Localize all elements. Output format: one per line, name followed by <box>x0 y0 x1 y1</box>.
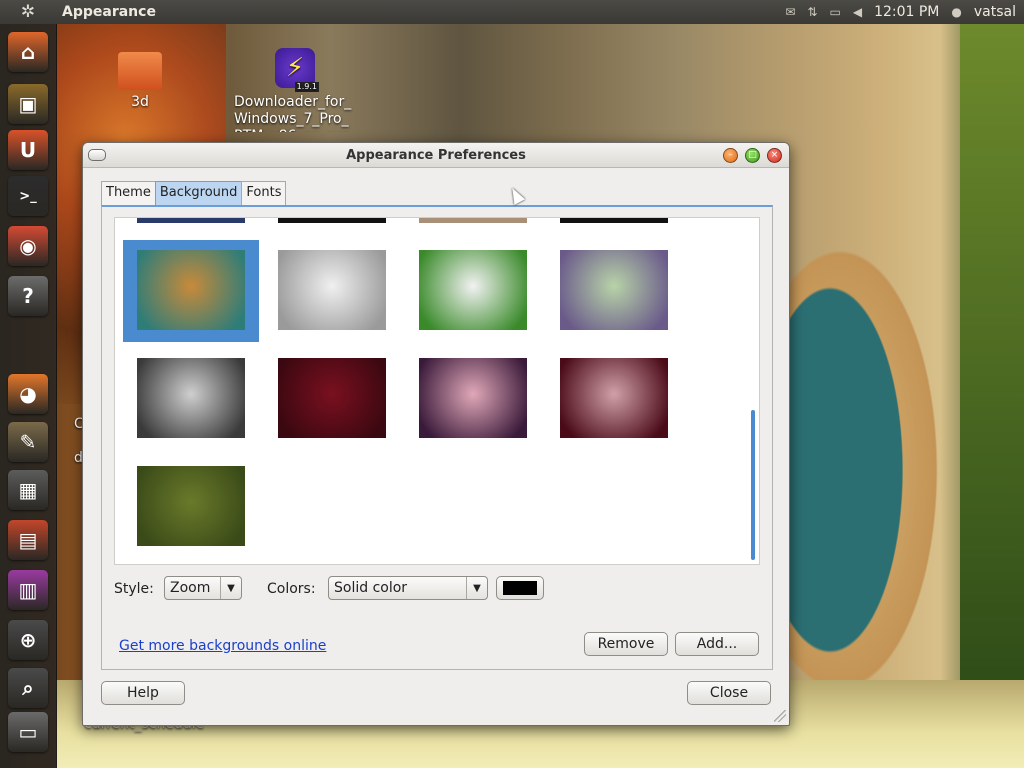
help-icon[interactable]: ? <box>8 276 48 316</box>
close-icon[interactable]: × <box>767 148 782 163</box>
window-menu-button[interactable] <box>88 149 106 161</box>
folder-icon <box>118 52 162 90</box>
colors-dropdown-value: Solid color <box>334 580 408 596</box>
tab-background[interactable]: Background <box>154 181 243 205</box>
ubuntu-one-icon[interactable]: U <box>8 130 48 170</box>
tab-fonts[interactable]: Fonts <box>241 181 287 205</box>
workspace-switcher-icon[interactable]: ▥ <box>8 570 48 610</box>
wallpaper-thumbnail-warm-bokeh[interactable] <box>278 358 386 438</box>
network-icon[interactable]: ⇅ <box>807 5 817 19</box>
user-icon[interactable]: ● <box>951 5 961 19</box>
indicator-area: ✉ ⇅ ▭ ◀ 12:01 PM ● vatsal <box>785 4 1024 20</box>
desktop-icon-3d[interactable]: 3d <box>108 52 172 110</box>
desktop-icon-label: 3d <box>131 94 149 110</box>
chrome-icon[interactable]: ◉ <box>8 226 48 266</box>
thumbnail-partial[interactable] <box>560 218 668 223</box>
gallery-scrollbar[interactable] <box>751 410 755 560</box>
software-center-icon[interactable]: ▣ <box>8 84 48 124</box>
color-swatch-button[interactable] <box>496 576 544 600</box>
wallpaper-grass <box>960 24 1024 684</box>
trash-icon[interactable]: ▭ <box>8 712 48 752</box>
color-swatch <box>503 581 537 595</box>
style-label: Style: <box>114 581 154 597</box>
get-more-backgrounds-link[interactable]: Get more backgrounds online <box>119 638 326 654</box>
desktop-icon-downloader[interactable]: ⚡ 1.9.1 Downloader_for_ Windows_7_Pro_ R… <box>234 48 356 132</box>
launcher: ⌂ ▣ U >_ ◉? ◕ ✎ ▦ ▤ ▥ ⊕ ⌕ ▭ <box>0 24 57 768</box>
downloader-icon: ⚡ 1.9.1 <box>275 48 319 92</box>
help-button[interactable]: Help <box>101 681 185 705</box>
thumbnail-partial[interactable] <box>419 218 527 223</box>
style-dropdown-value: Zoom <box>170 580 211 596</box>
volume-icon[interactable]: ◀ <box>853 5 862 19</box>
window-title: Appearance Preferences <box>346 147 526 163</box>
colors-dropdown[interactable]: Solid color ▼ <box>328 576 488 600</box>
chevron-down-icon: ▼ <box>466 577 487 599</box>
shopping-bag-icon[interactable]: ▤ <box>8 520 48 560</box>
close-button[interactable]: Close <box>687 681 771 705</box>
version-badge: 1.9.1 <box>294 82 319 92</box>
window-titlebar[interactable]: Appearance Preferences – □ × <box>83 143 789 168</box>
zoom-in-icon[interactable]: ⊕ <box>8 620 48 660</box>
wallpaper-thumbnail-foggy-posts[interactable] <box>278 250 386 330</box>
battery-icon[interactable]: ▭ <box>829 5 840 19</box>
appearance-preferences-window: Appearance Preferences – □ × Theme Backgr… <box>82 142 790 726</box>
gimp-icon[interactable]: ✎ <box>8 422 48 462</box>
wallpaper-thumbnail-white-blossom[interactable] <box>137 466 245 546</box>
wallpaper-thumbnail-purple-light[interactable] <box>419 358 527 438</box>
remove-button[interactable]: Remove <box>584 632 668 656</box>
thumbnail-partial[interactable] <box>137 218 245 223</box>
wallpaper-thumbnail-bokeh-branch[interactable] <box>137 358 245 438</box>
tab-theme[interactable]: Theme <box>101 181 156 205</box>
wallpaper-thumbnail-wooden-arrow-sign[interactable] <box>137 250 245 330</box>
wallpaper-gallery[interactable] <box>114 217 760 565</box>
ubuntu-logo-icon[interactable]: ✲ <box>0 0 56 24</box>
maximize-icon[interactable]: □ <box>745 148 760 163</box>
minimize-icon[interactable]: – <box>723 148 738 163</box>
add-button[interactable]: Add... <box>675 632 759 656</box>
wallpaper-thumbnail-dark-red-glow[interactable] <box>560 358 668 438</box>
wallpaper-thumbnail-water-drop-petal[interactable] <box>560 250 668 330</box>
resize-grip[interactable] <box>774 710 786 722</box>
clock[interactable]: 12:01 PM <box>874 4 939 20</box>
desktop-icon-label: Downloader_for_ Windows_7_Pro_ RTM_x86_e… <box>234 94 352 132</box>
terminal-icon[interactable]: >_ <box>8 176 48 216</box>
top-panel: ✲ Appearance ✉ ⇅ ▭ ◀ 12:01 PM ● vatsal <box>0 0 1024 24</box>
mail-icon[interactable]: ✉ <box>785 5 795 19</box>
app-title: Appearance <box>62 4 156 20</box>
firefox-icon[interactable]: ◕ <box>8 374 48 414</box>
calculator-icon[interactable]: ▦ <box>8 470 48 510</box>
colors-label: Colors: <box>267 581 316 597</box>
wallpaper-thumbnail-goalkeeper[interactable] <box>419 250 527 330</box>
magnifier-icon[interactable]: ⌕ <box>8 668 48 708</box>
tab-bar: Theme Background Fonts <box>101 181 287 205</box>
thumbnail-partial[interactable] <box>278 218 386 223</box>
chevron-down-icon: ▼ <box>220 577 241 599</box>
home-folder-icon[interactable]: ⌂ <box>8 32 48 72</box>
background-tab-panel: Style: Zoom ▼ Colors: Solid color ▼ Get … <box>101 205 773 670</box>
username[interactable]: vatsal <box>974 4 1016 20</box>
style-dropdown[interactable]: Zoom ▼ <box>164 576 242 600</box>
